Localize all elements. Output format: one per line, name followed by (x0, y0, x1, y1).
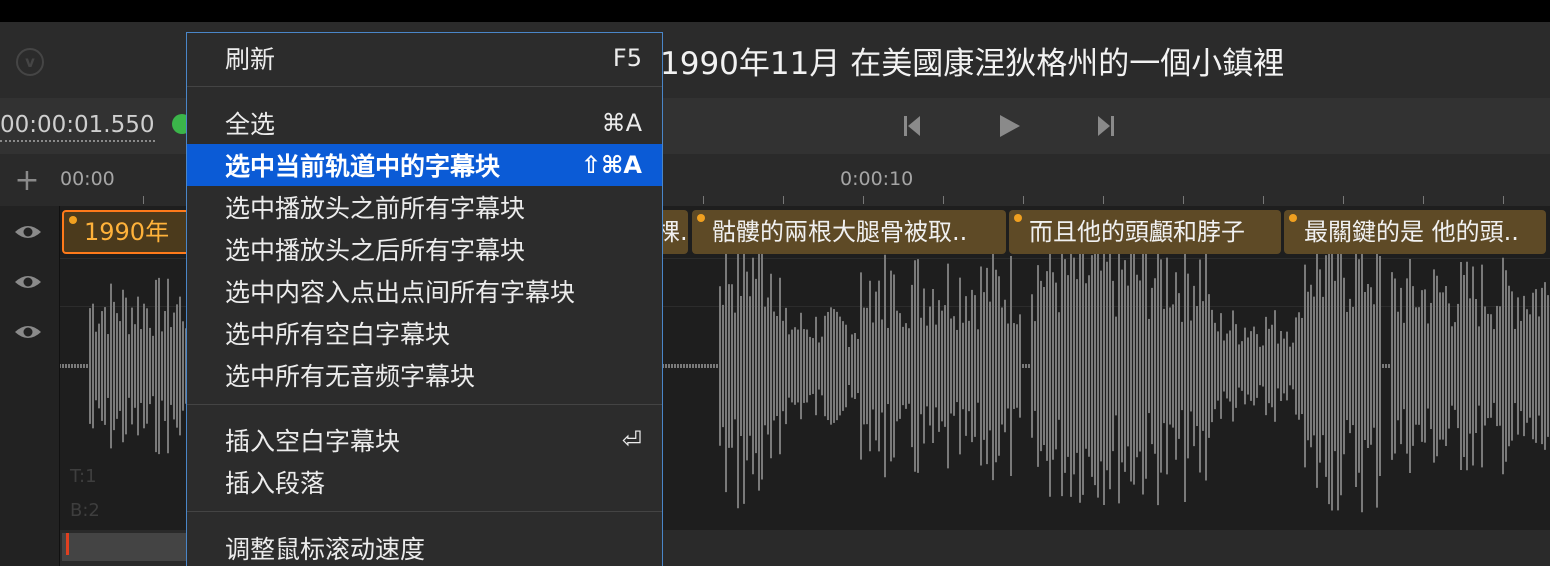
ruler-tick (1503, 196, 1504, 204)
menu-item-select-blank[interactable]: 选中所有空白字幕块 (187, 312, 662, 354)
add-track-button[interactable]: + (14, 166, 40, 196)
block-marker-dot (697, 214, 705, 222)
subtitle-block-text: 而且他的頭顱和脖子 (1029, 218, 1245, 246)
eye-icon (15, 226, 41, 238)
menu-item-select-after-playhead[interactable]: 选中播放头之后所有字幕块 (187, 228, 662, 270)
subtitle-block-text: 骷髏的兩根大腿骨被取.. (712, 218, 968, 246)
subtitle-block[interactable]: 骷髏的兩根大腿骨被取.. (692, 210, 1006, 254)
track-1-visibility-toggle[interactable] (14, 222, 42, 242)
track-3-visibility-toggle[interactable] (14, 322, 42, 342)
eye-icon (15, 276, 41, 288)
subtitle-block[interactable]: 1990年 (62, 210, 190, 254)
track-2-visibility-toggle[interactable] (14, 272, 42, 292)
menu-item-refresh[interactable]: 刷新 F5 (187, 37, 662, 79)
ruler-tick (703, 196, 704, 204)
subtitle-block[interactable]: 而且他的頭顱和脖子 (1009, 210, 1281, 254)
context-menu: 刷新 F5 全选 ⌘A 选中当前轨道中的字幕块 ⇧⌘A 选中播放头之前所有字幕块… (186, 32, 663, 566)
ruler-tick (1343, 196, 1344, 204)
menu-item-select-current-track[interactable]: 选中当前轨道中的字幕块 ⇧⌘A (187, 144, 662, 186)
v-circle-logo-icon: v (16, 48, 44, 76)
block-marker-dot (1289, 214, 1297, 222)
ruler-tick (1183, 196, 1184, 204)
ruler-tick (1263, 196, 1264, 204)
skip-back-button[interactable] (898, 111, 928, 141)
ruler-tick (143, 196, 144, 204)
ruler-tick-label: 00:00 (60, 168, 115, 190)
current-subtitle-text: 1990年11月 在美國康涅狄格州的一個小鎮裡 (660, 46, 1285, 82)
subtitle-block[interactable]: 最關鍵的是 他的頭.. (1284, 210, 1546, 254)
menu-item-select-all[interactable]: 全选 ⌘A (187, 102, 662, 144)
track-label-b: B:2 (70, 500, 100, 521)
ruler-tick (1103, 196, 1104, 204)
track-header-column (0, 206, 60, 566)
track-label-t: T:1 (70, 466, 97, 487)
scrollbar-thumb[interactable] (62, 533, 192, 561)
skip-back-icon (904, 116, 920, 136)
play-button[interactable] (994, 111, 1024, 141)
menu-item-select-before-playhead[interactable]: 选中播放头之前所有字幕块 (187, 186, 662, 228)
menu-item-select-no-audio[interactable]: 选中所有无音频字幕块 (187, 354, 662, 396)
window-top-bar (0, 0, 1550, 22)
eye-icon (15, 326, 41, 338)
menu-item-select-in-out[interactable]: 选中内容入点出点间所有字幕块 (187, 270, 662, 312)
subtitle-block-text: 1990年 (84, 218, 170, 246)
ruler-tick (1423, 196, 1424, 204)
play-icon (1000, 115, 1020, 137)
menu-separator (187, 86, 662, 87)
skip-forward-icon (1098, 116, 1114, 136)
menu-separator (187, 511, 662, 512)
ruler-tick (863, 196, 864, 204)
playhead-marker (66, 533, 69, 555)
ruler-tick-label: 0:00:10 (840, 168, 914, 190)
ruler-tick (783, 196, 784, 204)
block-marker-dot (69, 216, 77, 224)
block-marker-dot (1014, 214, 1022, 222)
ruler-tick (943, 196, 944, 204)
plus-icon: + (14, 163, 40, 198)
menu-item-scroll-speed[interactable]: 调整鼠标滚动速度 (187, 527, 662, 566)
ruler-tick (1023, 196, 1024, 204)
menu-item-insert-paragraph[interactable]: 插入段落 (187, 461, 662, 503)
return-icon: ⏎ (621, 426, 642, 454)
subtitle-block-text: 最關鍵的是 他的頭.. (1304, 218, 1519, 246)
menu-item-insert-blank[interactable]: 插入空白字幕块 ⏎ (187, 419, 662, 461)
menu-separator (187, 404, 662, 405)
skip-forward-button[interactable] (1090, 111, 1120, 141)
timecode-display[interactable]: 00:00:01.550 (0, 110, 155, 142)
